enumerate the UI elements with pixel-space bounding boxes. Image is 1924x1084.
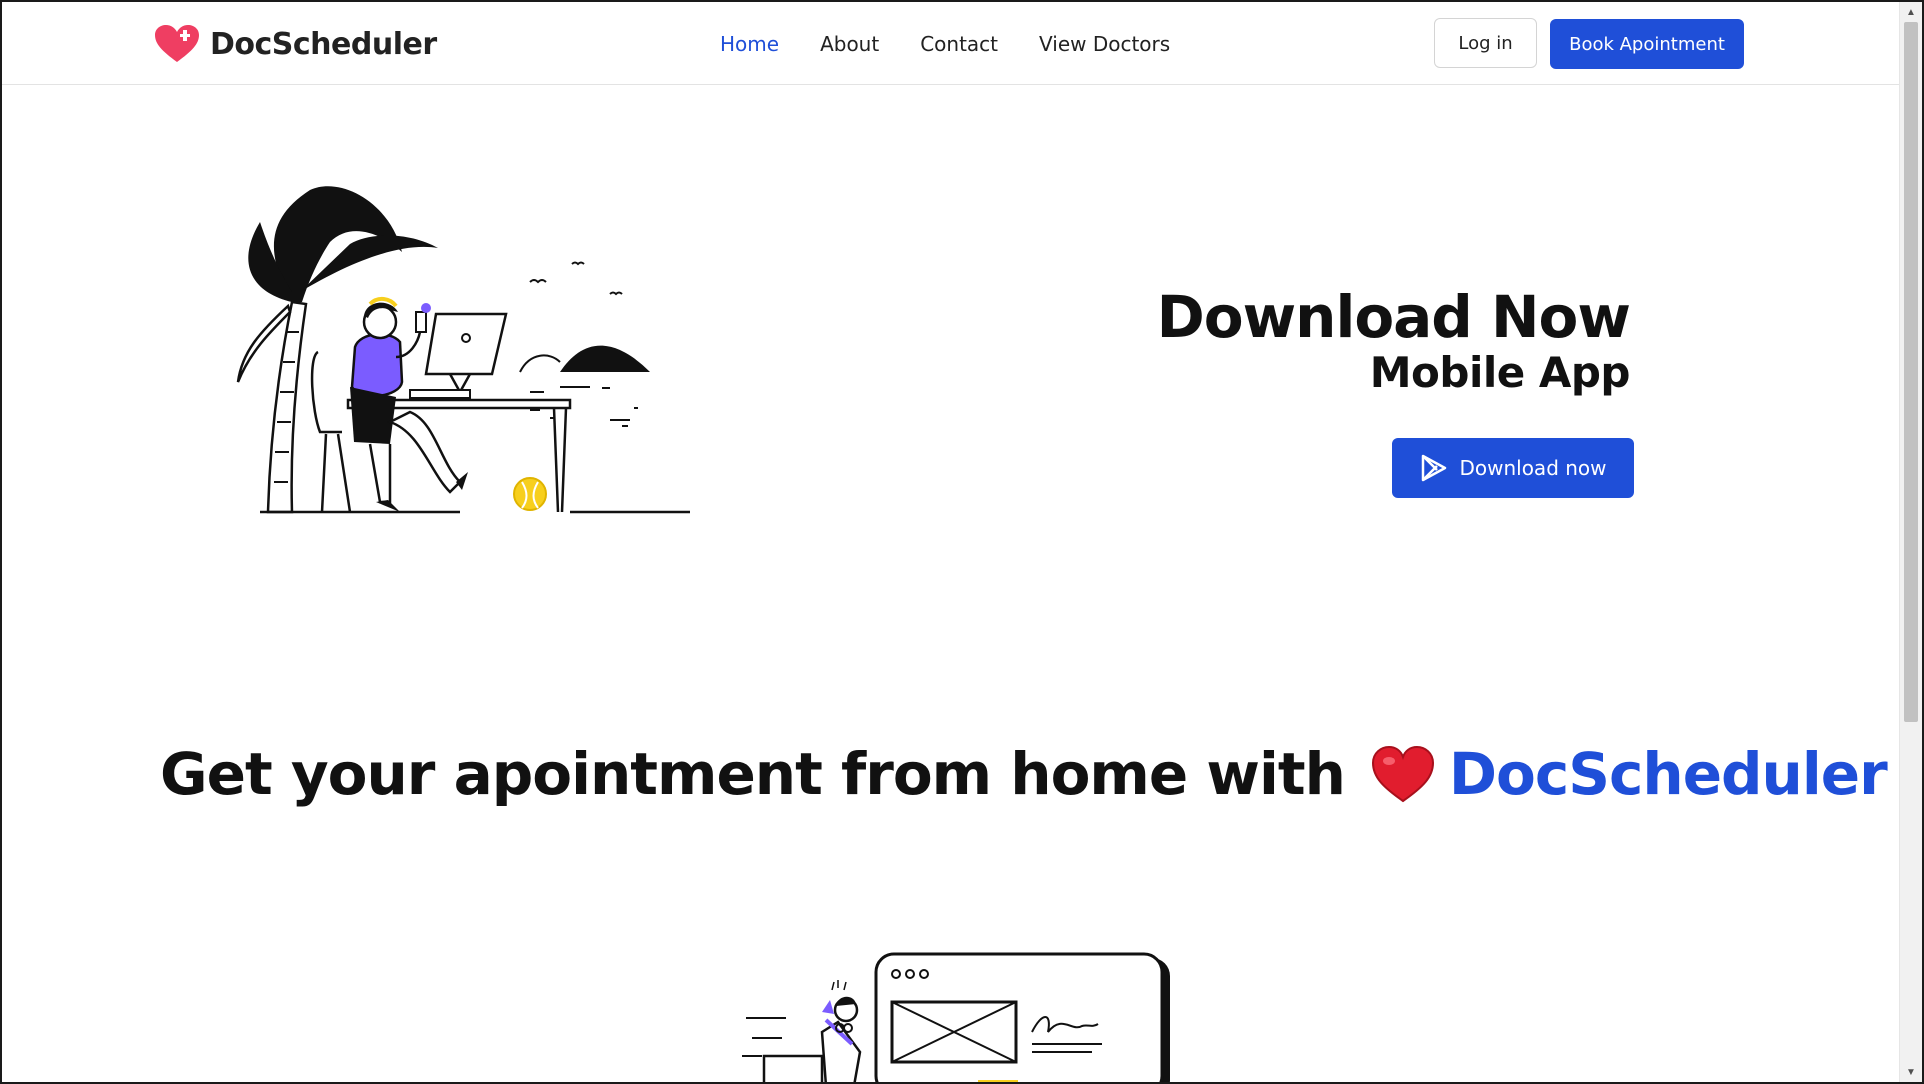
brand-name: DocScheduler [210,26,437,62]
main-nav: Home About Contact View Doctors [720,30,1211,58]
browser-viewport: DocScheduler Home About Contact View Doc… [0,0,1924,1084]
beach-work-illustration [236,186,690,514]
page-scrollbar[interactable]: ▲ ▼ [1899,2,1922,1082]
nav-home[interactable]: Home [720,30,779,58]
tagline-brand: DocScheduler [1448,740,1888,808]
nav-view-doctors[interactable]: View Doctors [1039,30,1170,58]
nav-about[interactable]: About [820,30,879,58]
download-now-label: Download now [1459,456,1607,480]
brand-logo-link[interactable]: DocScheduler [154,24,437,64]
navbar: DocScheduler Home About Contact View Doc… [2,2,1902,85]
online-booking-illustration [742,952,1170,1082]
tagline-text: Get your apointment from home with [160,740,1346,808]
tagline: Get your apointment from home with DocSc… [160,740,1888,808]
download-now-button[interactable]: Download now [1392,438,1634,498]
book-appointment-button[interactable]: Book Apointment [1550,19,1744,69]
login-button[interactable]: Log in [1434,18,1537,68]
heart-plus-icon [155,25,199,62]
play-store-icon [1422,454,1447,482]
red-heart-icon [1371,745,1434,803]
scroll-down-arrow-icon[interactable]: ▼ [1900,1062,1922,1082]
scrollbar-thumb[interactable] [1904,22,1918,722]
scroll-up-arrow-icon[interactable]: ▲ [1900,2,1922,22]
nav-contact[interactable]: Contact [920,30,998,58]
hero-subtitle: Mobile App [1369,348,1631,397]
hero-title: Download Now [1156,283,1631,351]
